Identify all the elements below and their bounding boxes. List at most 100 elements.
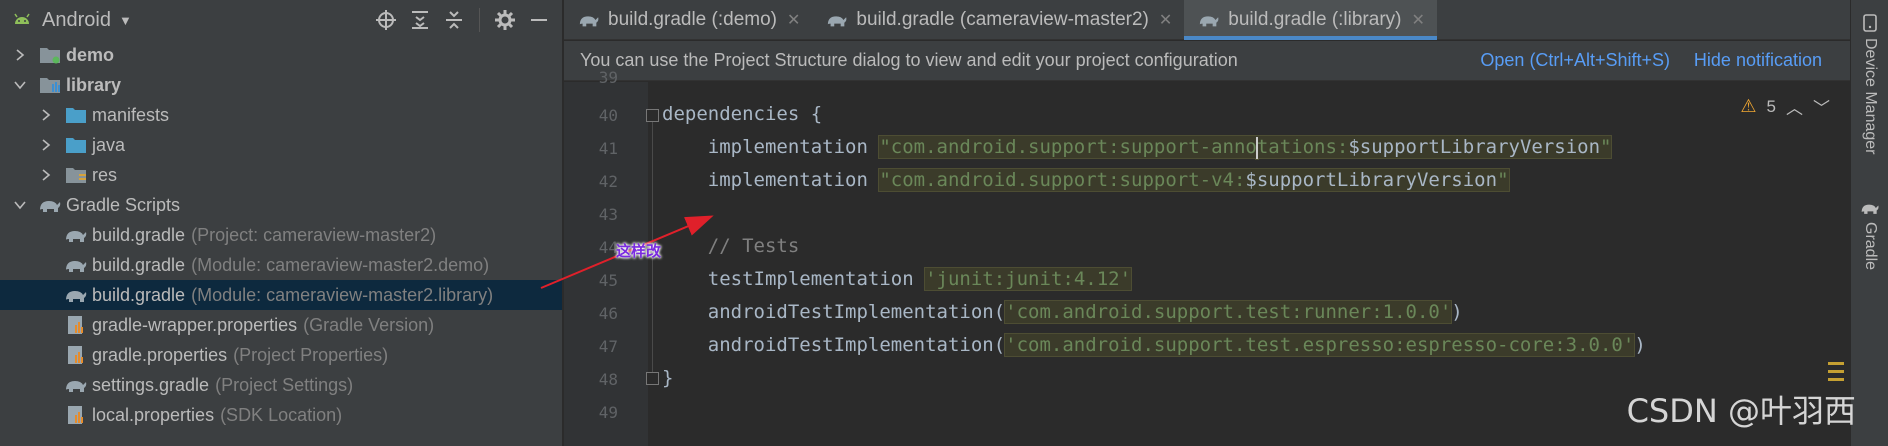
editor-area: build.gradle (:demo) ✕ build.gradle (cam… [564, 0, 1850, 446]
scroll-marker [1828, 370, 1844, 373]
code-line-45: testImplementation 'junit:junit:4.12' [662, 267, 1133, 291]
chevron-down-icon[interactable] [12, 77, 28, 93]
expand-all-icon[interactable] [405, 6, 435, 34]
tree-item-label: java [92, 134, 126, 155]
chevron-right-icon[interactable] [38, 137, 54, 153]
gradle-icon [38, 194, 62, 216]
code-line-41: implementation "com.android.support:supp… [662, 135, 1613, 159]
properties-icon [64, 404, 88, 426]
fold-toggle-icon[interactable] [646, 372, 659, 385]
line-number: 48 [598, 370, 618, 389]
project-header: Android ▼ [0, 0, 562, 40]
tree-item-demo[interactable]: demo [0, 40, 562, 70]
tree-item-label: gradle.properties [92, 344, 228, 365]
tree-item-hint: (Module: cameraview-master2.library) [191, 284, 494, 305]
chevron-down-icon[interactable] [12, 197, 28, 213]
code-line-48: } [662, 367, 674, 389]
hide-notification-link[interactable]: Hide notification [1694, 50, 1822, 71]
tree-item-hint: (Project: cameraview-master2) [191, 224, 437, 245]
tree-item-java[interactable]: java [0, 130, 562, 160]
tree-item-label: local.properties [92, 404, 215, 425]
close-icon[interactable]: ✕ [787, 10, 800, 30]
tree-item-gradle-properties[interactable]: gradle.properties (Project Properties) [0, 340, 562, 370]
tree-item-gradle-scripts[interactable]: Gradle Scripts [0, 190, 562, 220]
right-tool-strip: Device Manager Gradle [1850, 0, 1888, 446]
collapse-all-icon[interactable] [439, 6, 469, 34]
tree-item-local-properties[interactable]: local.properties (SDK Location) [0, 400, 562, 430]
fold-toggle-icon[interactable] [646, 109, 659, 122]
editor-tab-bar: build.gradle (:demo) ✕ build.gradle (cam… [564, 0, 1850, 40]
gradle-icon [828, 16, 847, 27]
chevron-down-icon[interactable]: ﹀ [1813, 94, 1830, 119]
inspection-widget[interactable]: ⚠ 5 ︿ ﹀ [1740, 94, 1830, 119]
tree-item-manifests[interactable]: manifests [0, 100, 562, 130]
tree-item-settings-gradle[interactable]: settings.gradle (Project Settings) [0, 370, 562, 400]
gradle-icon [64, 284, 88, 306]
code-editor[interactable]: dependencies { implementation "com.andro… [662, 82, 1790, 446]
gear-icon[interactable] [490, 6, 520, 34]
gradle-icon [64, 374, 88, 396]
locate-icon[interactable] [371, 6, 401, 34]
scroll-marker [1828, 378, 1844, 381]
close-icon[interactable]: ✕ [1159, 10, 1172, 30]
tree-item-library[interactable]: library [0, 70, 562, 100]
tab-build-gradle-library[interactable]: build.gradle (:library) ✕ [1184, 0, 1437, 40]
tab-build-gradle-project[interactable]: build.gradle (cameraview-master2) ✕ [812, 0, 1184, 40]
line-number: 42 [598, 172, 618, 191]
module-folder-icon [38, 44, 62, 66]
gradle-label: Gradle [1862, 222, 1879, 271]
chevron-down-icon[interactable]: ▼ [119, 13, 132, 28]
gradle-icon [1200, 16, 1219, 27]
warning-icon: ⚠ [1740, 96, 1757, 116]
line-number-gutter: 39 40 41 42 43 44 45 46 47 48 49 [564, 68, 648, 446]
tab-build-gradle-demo[interactable]: build.gradle (:demo) ✕ [564, 0, 812, 40]
tree-item-hint: (Project Properties) [233, 344, 389, 365]
tree-item-gradle-wrapper-properties[interactable]: gradle-wrapper.properties (Gradle Versio… [0, 310, 562, 340]
chevron-right-icon[interactable] [38, 167, 54, 183]
tree-item-build-gradle-project[interactable]: build.gradle (Project: cameraview-master… [0, 220, 562, 250]
project-tool-window: Android ▼ demo library manifests java re… [0, 0, 563, 446]
line-number: 46 [598, 304, 618, 323]
line-number: 43 [598, 205, 618, 224]
tree-item-label: gradle-wrapper.properties [92, 314, 298, 335]
close-icon[interactable]: ✕ [1411, 10, 1424, 30]
tree-item-label: build.gradle [92, 224, 186, 245]
tree-item-hint: (Module: cameraview-master2.demo) [191, 254, 490, 275]
tree-item-hint: (Project Settings) [215, 374, 354, 395]
warning-count: 5 [1766, 96, 1776, 116]
folder-icon [64, 104, 88, 126]
tree-item-build-gradle-demo[interactable]: build.gradle (Module: cameraview-master2… [0, 250, 562, 280]
tree-item-res[interactable]: res [0, 160, 562, 190]
chevron-right-icon[interactable] [38, 107, 54, 123]
code-line-47: androidTestImplementation('com.android.s… [662, 333, 1646, 357]
gradle-icon [64, 254, 88, 276]
chevron-right-icon[interactable] [12, 47, 28, 63]
annotation-label: 这样改 [616, 242, 662, 260]
gradle-panel-button[interactable]: Gradle [1851, 200, 1888, 270]
minimize-icon[interactable] [524, 6, 554, 34]
tree-item-label: Gradle Scripts [66, 194, 181, 215]
tree-item-hint: (Gradle Version) [303, 314, 435, 335]
line-number: 41 [598, 139, 618, 158]
gradle-icon [64, 224, 88, 246]
res-folder-icon [64, 164, 88, 186]
tree-item-label: build.gradle [92, 284, 186, 305]
line-number: 40 [598, 106, 618, 125]
open-project-structure-link[interactable]: Open (Ctrl+Alt+Shift+S) [1480, 50, 1670, 71]
line-number: 45 [598, 271, 618, 290]
tree-item-label: library [66, 74, 122, 95]
gradle-icon [579, 16, 599, 27]
device-manager-button[interactable]: Device Manager [1851, 14, 1888, 155]
tree-item-build-gradle-library[interactable]: build.gradle (Module: cameraview-master2… [0, 280, 562, 310]
project-view-selector[interactable]: Android [42, 9, 111, 32]
project-toolbar [371, 6, 554, 34]
properties-icon [64, 344, 88, 366]
tab-label: build.gradle (:demo) [608, 9, 777, 30]
tree-item-hint: (SDK Location) [220, 404, 343, 425]
gradle-icon [1861, 204, 1879, 214]
chevron-up-icon[interactable]: ︿ [1786, 94, 1803, 119]
watermark: CSDN @叶羽西 [1626, 392, 1856, 430]
tree-item-label: settings.gradle [92, 374, 210, 395]
scrollbar-markers[interactable] [1828, 362, 1844, 386]
code-line-42: implementation "com.android.support:supp… [662, 168, 1510, 192]
